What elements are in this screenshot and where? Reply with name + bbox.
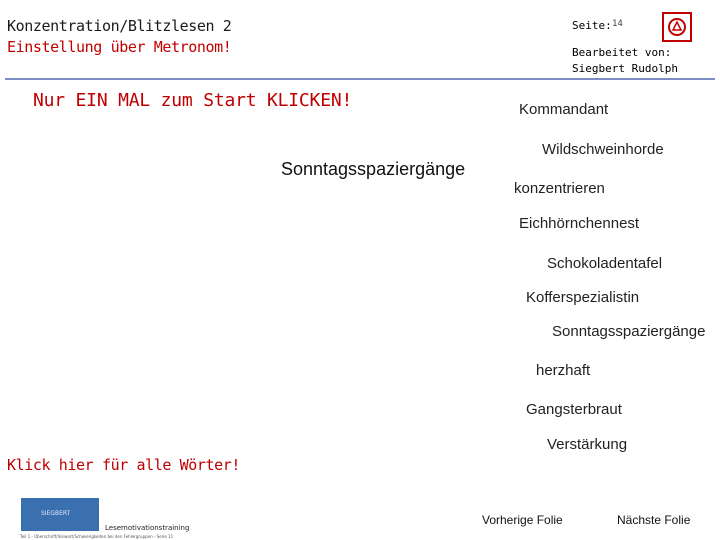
edited-by-label: Bearbeitet von: — [572, 46, 672, 59]
program-name: Lesemotivationstraining — [105, 524, 190, 532]
word-item: Verstärkung — [547, 436, 628, 453]
brand-logo-icon — [662, 12, 692, 42]
word-item: Wildschweinhorde — [542, 141, 664, 158]
footer-logo-text: SIEGBERT — [41, 510, 71, 517]
word-item: Gangsterbraut — [526, 401, 622, 418]
previous-slide-button[interactable]: Vorherige Folie — [482, 513, 563, 527]
edited-by-name: Siegbert Rudolph — [572, 62, 678, 75]
word-item: Eichhörnchennest — [519, 215, 640, 232]
word-item: konzentrieren — [514, 180, 605, 197]
slide-subtitle: Einstellung über Metronom! — [7, 38, 232, 56]
next-slide-button[interactable]: Nächste Folie — [617, 513, 690, 527]
page-label: Seite: — [572, 19, 612, 32]
footer-logo: SIEGBERT — [21, 498, 99, 531]
show-all-words-link[interactable]: Klick hier für alle Wörter! — [7, 456, 240, 474]
start-instruction[interactable]: Nur EIN MAL zum Start KLICKEN! — [33, 90, 352, 111]
page-number: 14 — [612, 19, 623, 29]
word-item: Kofferspezialistin — [526, 289, 640, 306]
word-item: Sonntagsspaziergänge — [552, 323, 706, 340]
slide-title: Konzentration/Blitzlesen 2 — [7, 17, 232, 35]
header-divider — [5, 78, 715, 80]
word-item: herzhaft — [536, 362, 591, 379]
word-item: Kommandant — [519, 101, 609, 118]
edited-by: Bearbeitet von: Siegbert Rudolph — [572, 45, 678, 77]
footer-note: Teil 1 - Überschrift/Vorwort/Schwierigke… — [20, 534, 174, 539]
word-item: Schokoladentafel — [547, 255, 663, 272]
logo-emblem-icon — [668, 18, 686, 36]
flash-word-display: Sonntagsspaziergänge — [281, 159, 466, 179]
